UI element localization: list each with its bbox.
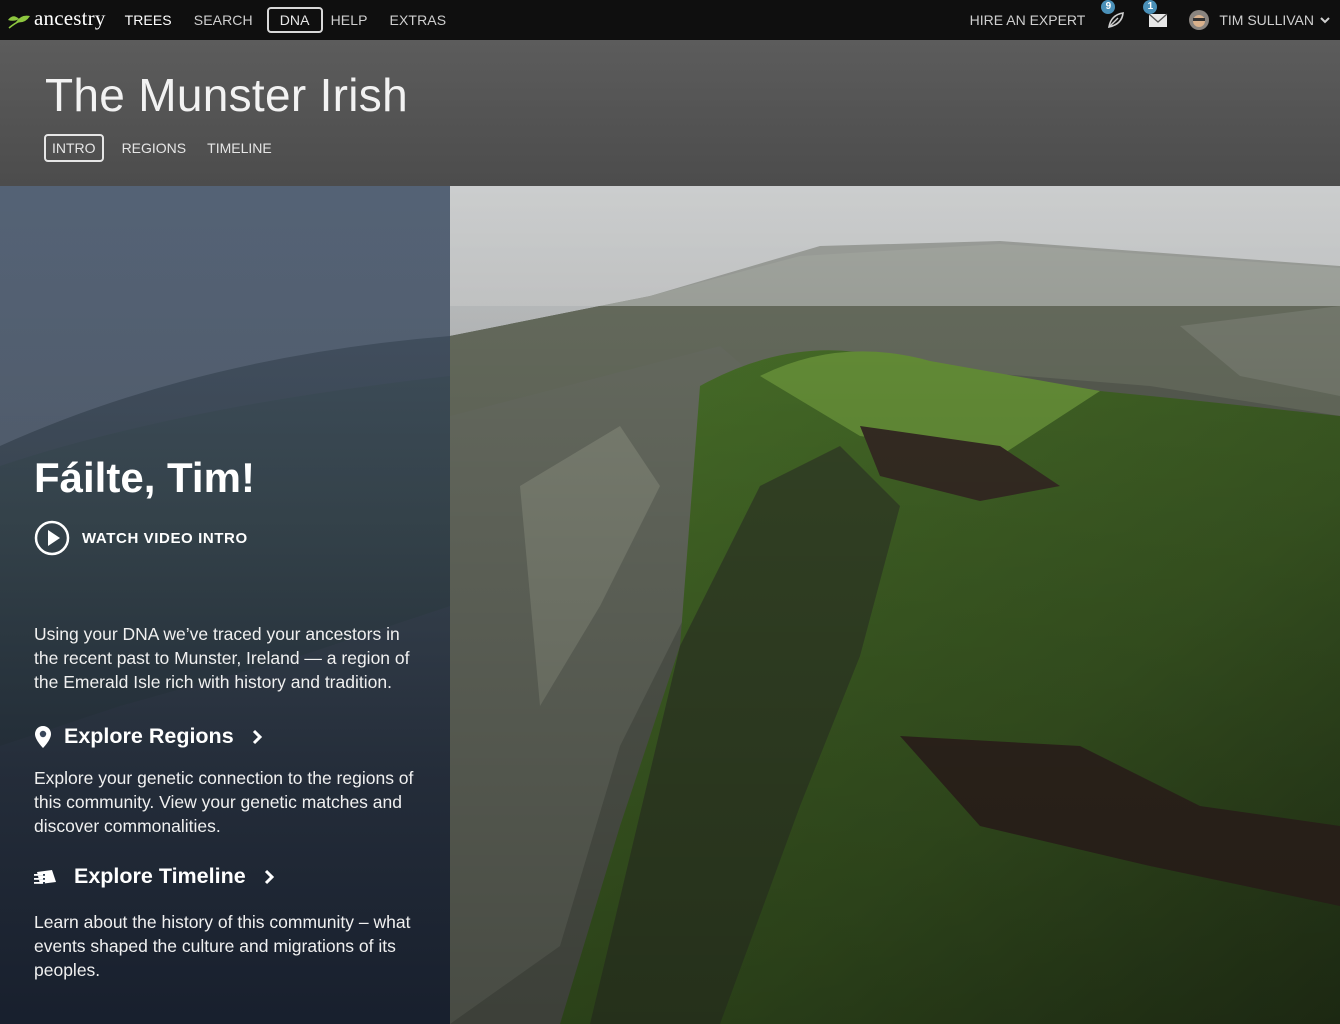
nav-help[interactable]: HELP — [331, 12, 368, 28]
tab-regions[interactable]: REGIONS — [122, 140, 187, 156]
hero-section: Fáilte, Tim! WATCH VIDEO INTRO Using you… — [0, 186, 1340, 1024]
section-tabs: INTRO REGIONS TIMELINE — [44, 134, 293, 162]
nav-trees[interactable]: TREES — [125, 12, 172, 28]
avatar[interactable] — [1189, 10, 1210, 30]
explore-regions-link[interactable]: Explore Regions — [34, 724, 264, 749]
tab-timeline[interactable]: TIMELINE — [207, 140, 272, 156]
messages-button[interactable]: 1 — [1143, 0, 1169, 31]
hire-expert-link[interactable]: HIRE AN EXPERT — [970, 12, 1086, 28]
nav-search[interactable]: SEARCH — [194, 12, 253, 28]
explore-timeline-label: Explore Timeline — [74, 864, 246, 888]
user-menu[interactable]: TIM SULLIVAN — [1219, 12, 1314, 28]
play-circle-icon — [34, 520, 70, 556]
page-header: The Munster Irish INTRO REGIONS TIMELINE — [0, 40, 1340, 186]
watch-video-button[interactable]: WATCH VIDEO INTRO — [34, 520, 248, 556]
chevron-right-icon — [264, 869, 274, 884]
intro-panel — [0, 186, 450, 1024]
nav-extras[interactable]: EXTRAS — [390, 12, 447, 28]
chevron-down-icon[interactable] — [1320, 16, 1330, 24]
tab-intro[interactable]: INTRO — [44, 134, 104, 162]
chevron-right-icon — [252, 729, 262, 744]
watch-video-label: WATCH VIDEO INTRO — [82, 529, 248, 547]
timeline-icon — [34, 869, 56, 884]
hints-button[interactable]: 9 — [1101, 0, 1127, 31]
greeting-heading: Fáilte, Tim! — [34, 454, 255, 501]
main-nav: TREES SEARCH DNA HELP EXTRAS — [125, 0, 469, 40]
map-pin-icon — [35, 725, 51, 748]
explore-timeline-link[interactable]: Explore Timeline — [34, 864, 276, 889]
top-navigation-bar: ancestry TREES SEARCH DNA HELP EXTRAS HI… — [0, 0, 1340, 40]
logo-text: ancestry — [34, 6, 106, 30]
timeline-description: Learn about the history of this communit… — [34, 912, 411, 980]
intro-text: Using your DNA we’ve traced your ancesto… — [34, 624, 410, 692]
nav-right: HIRE AN EXPERT 9 1 TIM SULLIVAN — [970, 0, 1340, 40]
regions-description: Explore your genetic connection to the r… — [34, 768, 414, 836]
ancestry-leaf-icon — [8, 15, 30, 29]
ancestry-logo[interactable]: ancestry — [6, 0, 106, 40]
explore-regions-label: Explore Regions — [64, 724, 234, 748]
page-title: The Munster Irish — [45, 69, 408, 121]
nav-dna[interactable]: DNA — [266, 7, 323, 33]
